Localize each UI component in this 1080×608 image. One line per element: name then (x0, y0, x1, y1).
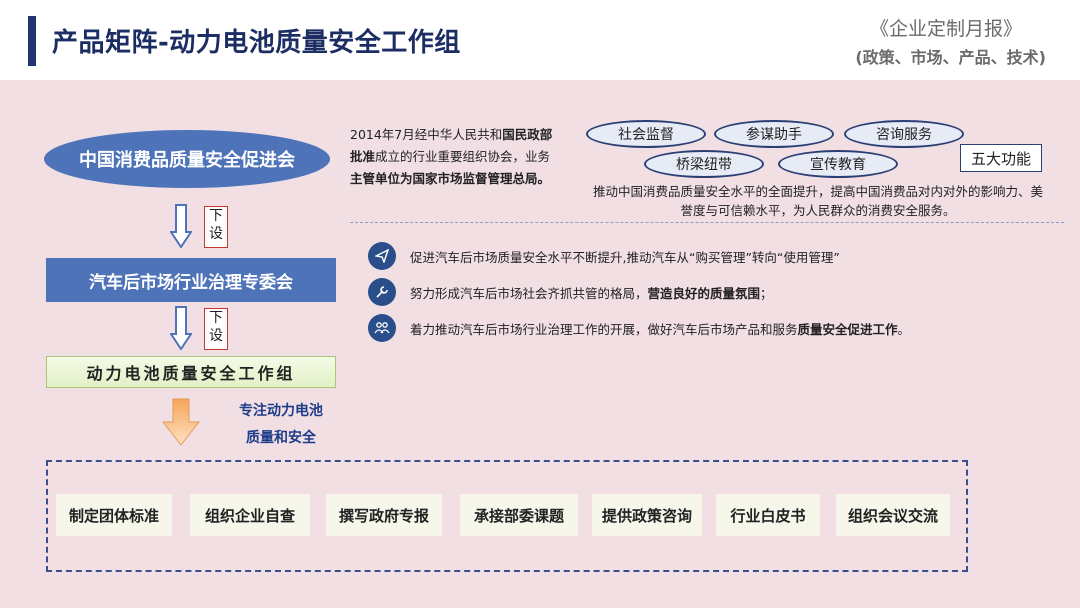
wrench-icon (368, 278, 396, 306)
task-item: 提供政策咨询 (592, 494, 702, 536)
bullet-text: 促进汽车后市场质量安全水平不断提升,推动汽车从“购买管理”转向“使用管理” (410, 249, 840, 265)
functions-description: 推动中国消费品质量安全水平的全面提升，提高中国消费品对内对外的影响力、美誉度与可… (592, 184, 1043, 218)
function-pill: 桥梁纽带 (644, 150, 764, 178)
five-functions-label: 五大功能 (960, 144, 1042, 172)
bullet-text: 努力形成汽车后市场社会齐抓共管的格局，营造良好的质量氛围； (410, 285, 773, 301)
orange-down-arrow-icon (162, 398, 200, 446)
function-pill: 咨询服务 (844, 120, 964, 148)
task-item: 组织会议交流 (836, 494, 950, 536)
people-icon (368, 314, 396, 342)
task-item: 组织企业自查 (190, 494, 310, 536)
title-accent-bar (28, 16, 36, 66)
bullet-item: 努力形成汽车后市场社会齐抓共管的格局，营造良好的质量氛围； (368, 278, 773, 306)
sub-label-2: 下设 (204, 308, 228, 350)
task-item: 撰写政府专报 (326, 494, 442, 536)
function-pill: 社会监督 (586, 120, 706, 148)
org-middle-box: 汽车后市场行业治理专委会 (46, 258, 336, 302)
header: 产品矩阵-动力电池质量安全工作组 《企业定制月报》 (政策、市场、产品、技术) (0, 0, 1080, 80)
report-subtitle: (政策、市场、产品、技术) (855, 48, 1046, 67)
function-pill: 宣传教育 (778, 150, 898, 178)
focus-text: 专注动力电池 质量和安全 (239, 403, 323, 446)
paper-plane-icon (368, 242, 396, 270)
down-arrow-icon (170, 204, 192, 248)
bullet-item: 着力推动汽车后市场行业治理工作的开展，做好汽车后市场产品和服务质量安全促进工作。 (368, 314, 910, 342)
bullet-text: 着力推动汽车后市场行业治理工作的开展，做好汽车后市场产品和服务质量安全促进工作。 (410, 321, 911, 337)
org-bottom-box: 动力电池质量安全工作组 (46, 356, 336, 388)
report-title: 《企业定制月报》 (869, 18, 1022, 40)
bullet-item: 促进汽车后市场质量安全水平不断提升,推动汽车从“购买管理”转向“使用管理” (368, 242, 840, 270)
org-top-ellipse: 中国消费品质量安全促进会 (44, 130, 330, 188)
function-pill: 参谋助手 (714, 120, 834, 148)
section-divider (350, 222, 1064, 223)
org-description: 2014年7月经中华人民共和国民政部批准成立的行业重要组织协会，业务主管单位为国… (350, 127, 553, 186)
task-item: 制定团体标准 (56, 494, 172, 536)
task-item: 行业白皮书 (716, 494, 820, 536)
sub-label-1: 下设 (204, 206, 228, 248)
task-item: 承接部委课题 (460, 494, 578, 536)
page-title: 产品矩阵-动力电池质量安全工作组 (52, 28, 461, 58)
down-arrow-icon (170, 306, 192, 350)
